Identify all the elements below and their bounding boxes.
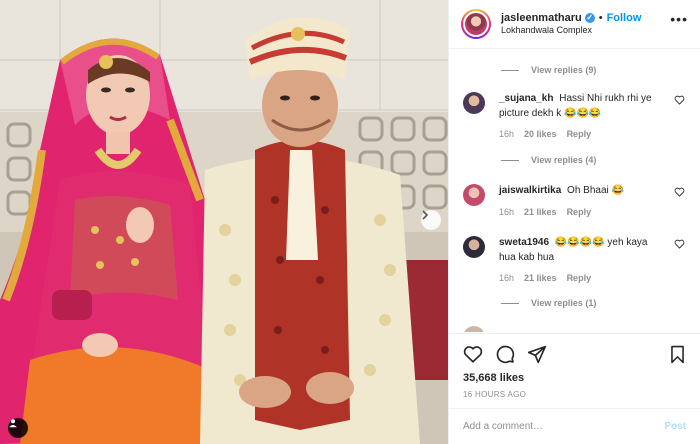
comment-age: 16h	[499, 129, 515, 139]
comment-text: Oh Bhaai 😂	[567, 185, 624, 196]
commenter-username[interactable]: sweta1946	[499, 237, 549, 248]
commenter-avatar[interactable]	[463, 92, 485, 114]
comment-item: sweta1946 😂😂😂😂 yeh kaya hua kab hua 16h …	[463, 236, 691, 283]
post-location[interactable]: Lokhandwala Complex	[501, 25, 641, 36]
author-avatar[interactable]	[461, 9, 491, 39]
save-bookmark-icon[interactable]	[669, 345, 686, 364]
post-timestamp[interactable]: 16 HOURS AGO	[449, 384, 700, 399]
user-tag-icon	[9, 419, 17, 428]
reply-button[interactable]: Reply	[567, 207, 592, 217]
post-photo[interactable]	[0, 0, 448, 444]
add-comment-bar: Post	[449, 408, 700, 444]
chevron-right-icon	[422, 210, 429, 220]
post-header: jasleenmatharu ✓ • Follow Lokhandwala Co…	[449, 0, 700, 49]
follow-button[interactable]: Follow	[607, 12, 642, 26]
comment-item: jaiswalkirtika Oh Bhaai 😂 16h 21 likes R…	[463, 184, 691, 217]
likes-count[interactable]: 35,668 likes	[449, 364, 700, 384]
comment-likes[interactable]: 20 likes	[524, 129, 557, 139]
post-actions: 35,668 likes 16 HOURS AGO	[449, 333, 700, 408]
comment-bubble-icon[interactable]	[495, 344, 515, 364]
post-comment-button[interactable]: Post	[664, 421, 686, 432]
commenter-username[interactable]: _sujana_kh	[499, 93, 553, 104]
comment-age: 16h	[499, 273, 515, 283]
commenter-avatar[interactable]	[463, 236, 485, 258]
comment-likes[interactable]: 21 likes	[524, 207, 557, 217]
comment-item: _sujana_kh Hassi Nhi rukh rhi ye picture…	[463, 92, 691, 139]
commenter-avatar[interactable]	[463, 184, 485, 206]
comment-likes[interactable]: 21 likes	[524, 273, 557, 283]
commenter-username[interactable]: jaiswalkirtika	[499, 185, 561, 196]
post-side-panel: jasleenmatharu ✓ • Follow Lokhandwala Co…	[448, 0, 700, 444]
reply-button[interactable]: Reply	[567, 129, 592, 139]
like-comment-heart-icon[interactable]	[674, 187, 685, 197]
author-username[interactable]: jasleenmatharu	[501, 12, 582, 26]
next-photo-button[interactable]	[421, 210, 441, 230]
tagged-people-button[interactable]	[8, 418, 28, 438]
reply-button[interactable]: Reply	[567, 273, 592, 283]
like-comment-heart-icon[interactable]	[674, 95, 685, 105]
add-comment-input[interactable]	[463, 421, 665, 432]
share-paper-plane-icon[interactable]	[527, 345, 547, 364]
comments-list[interactable]: View replies (9) _sujana_kh Hassi Nhi ru…	[449, 50, 700, 332]
view-replies-button[interactable]: View replies (4)	[501, 155, 596, 165]
comment-age: 16h	[499, 206, 515, 217]
more-options-icon[interactable]: •••	[670, 11, 688, 27]
verified-badge-icon: ✓	[584, 13, 595, 24]
like-comment-heart-icon[interactable]	[674, 239, 685, 249]
photo-illustration	[0, 0, 448, 444]
view-replies-button[interactable]: View replies (9)	[501, 65, 596, 75]
separator: •	[598, 11, 603, 24]
commenter-avatar[interactable]	[463, 326, 485, 332]
view-replies-button[interactable]: View replies (1)	[501, 298, 596, 308]
like-heart-icon[interactable]	[463, 345, 483, 363]
